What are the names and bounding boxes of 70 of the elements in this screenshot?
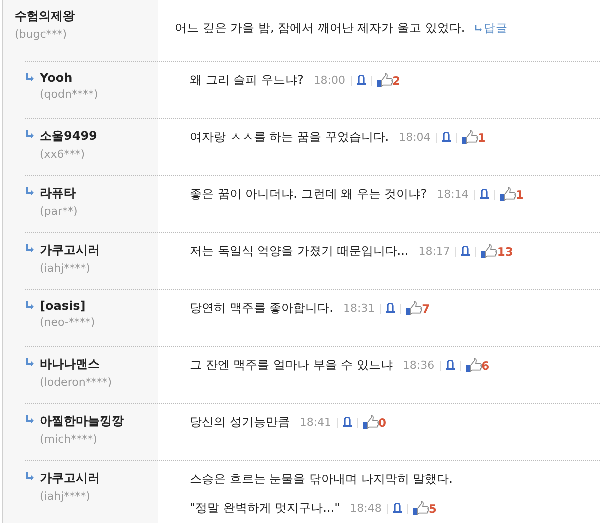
user-id: (xx6***) [40,148,86,161]
user-id: (iahj****) [40,262,92,275]
comment-time: 18:00 [314,74,346,87]
comment-time: 18:36 [402,359,435,372]
reply-arrow-icon [25,301,35,312]
user-id: (qodn****) [40,88,98,101]
author-name: 가쿠고시러 [40,470,100,487]
bell-icon[interactable] [342,417,352,428]
reply-arrow-icon [475,24,484,32]
author-name: 라퓨타 [40,185,77,202]
comment-text: 당신의 성기능만큼 [190,414,290,431]
like-count: 6 [482,358,490,372]
comment-text: 어느 깊은 가을 밤, 잠에서 깨어난 제자가 울고 있었다. [175,20,466,37]
bell-icon[interactable] [356,75,366,86]
comment-text: 왜 그리 슬피 우느냐? [190,72,304,89]
user-id: (loderon****) [40,376,112,389]
thumbs-up-icon[interactable] [412,501,429,516]
author-name: Yooh [40,71,74,85]
user-id: (mich****) [40,433,98,446]
thumbs-up-icon[interactable] [481,244,498,259]
author-name: 가쿠고시러 [40,242,100,259]
author-name: [oasis] [40,299,87,313]
bell-icon[interactable] [442,132,451,143]
comment-text: 그 잔엔 맥주를 얼마나 부을 수 있느냐 [190,357,393,374]
comment-text: 여자랑 ㅅㅅ를 하는 꿈을 꾸었습니다. [190,129,390,146]
like-count: 0 [378,416,387,430]
comment-time: 18:17 [418,245,450,258]
like-count: 5 [428,502,437,516]
thumbs-up-icon[interactable] [500,187,516,202]
like-count: 1 [516,188,524,202]
user-id: (bugc***) [15,28,68,41]
bell-icon[interactable] [386,303,396,314]
author-name: 수험의제왕 [15,8,75,25]
thumbs-up-icon[interactable] [362,415,379,430]
thumbs-up-icon[interactable] [376,73,393,88]
reply-arrow-icon [25,358,35,369]
reply-arrow-icon [25,415,35,426]
thumbs-up-icon[interactable] [466,358,482,373]
like-count: 1 [478,130,486,144]
reply-arrow-icon [25,73,35,84]
bell-icon[interactable] [461,246,470,257]
reply-arrow-icon [25,244,35,255]
user-id: (neo-****) [40,316,96,329]
like-count: 7 [422,302,430,316]
like-count: 13 [497,244,514,258]
author-name: 바나나맨스 [40,356,101,373]
comment-text: 당연히 맥주를 좋아합니다. [190,300,334,317]
like-count: 2 [392,74,401,88]
reply-arrow-icon [25,187,35,198]
comment-text: 스승은 흐르는 눈물을 닦아내며 나지막히 말했다. [190,471,453,488]
reply-link[interactable]: 답글 [475,21,508,36]
comment-time: 18:41 [300,416,332,429]
author-name: 아찔한마늘낑깡 [40,413,124,430]
user-id: (iahj****) [40,490,92,503]
bell-icon[interactable] [446,360,455,371]
thumbs-up-icon[interactable] [462,130,478,145]
reply-arrow-icon [25,472,35,483]
bell-icon[interactable] [480,189,489,200]
comment-time: 18:48 [350,502,382,515]
comment-text: "정말 완벽하게 멋지구나..." [190,500,340,517]
comment-time: 18:31 [343,302,376,315]
reply-arrow-icon [25,130,35,141]
comment-time: 18:04 [399,131,431,144]
comment-text: 좋은 꿈이 아니더냐. 그런데 왜 우는 것이냐? [190,186,428,203]
bell-icon[interactable] [392,503,402,514]
author-name: 소울9499 [40,128,98,145]
user-id: (par**) [40,205,78,218]
comment-text: 저는 독일식 억양을 가졌기 때문입니다... [190,243,409,260]
thumbs-up-icon[interactable] [406,301,422,316]
comment-time: 18:14 [437,188,469,201]
